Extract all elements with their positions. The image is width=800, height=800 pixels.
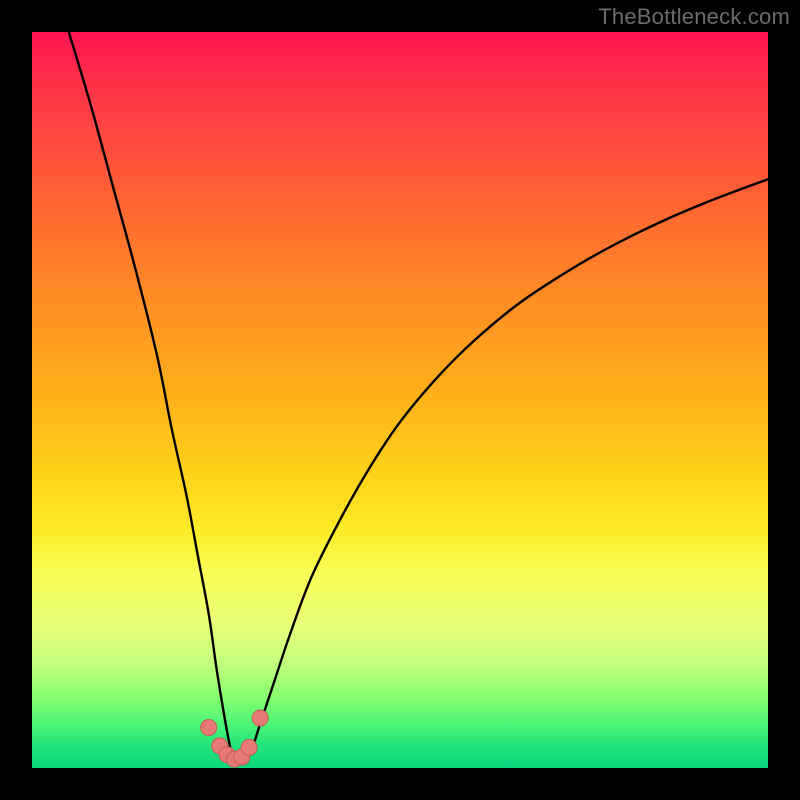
curve-marker	[252, 710, 268, 726]
curve-svg	[32, 32, 768, 768]
bottleneck-curve	[69, 32, 768, 761]
curve-markers	[201, 710, 269, 767]
curve-marker	[201, 720, 217, 736]
chart-frame: TheBottleneck.com	[0, 0, 800, 800]
curve-marker	[241, 739, 257, 755]
watermark-text: TheBottleneck.com	[598, 4, 790, 30]
plot-area	[32, 32, 768, 768]
